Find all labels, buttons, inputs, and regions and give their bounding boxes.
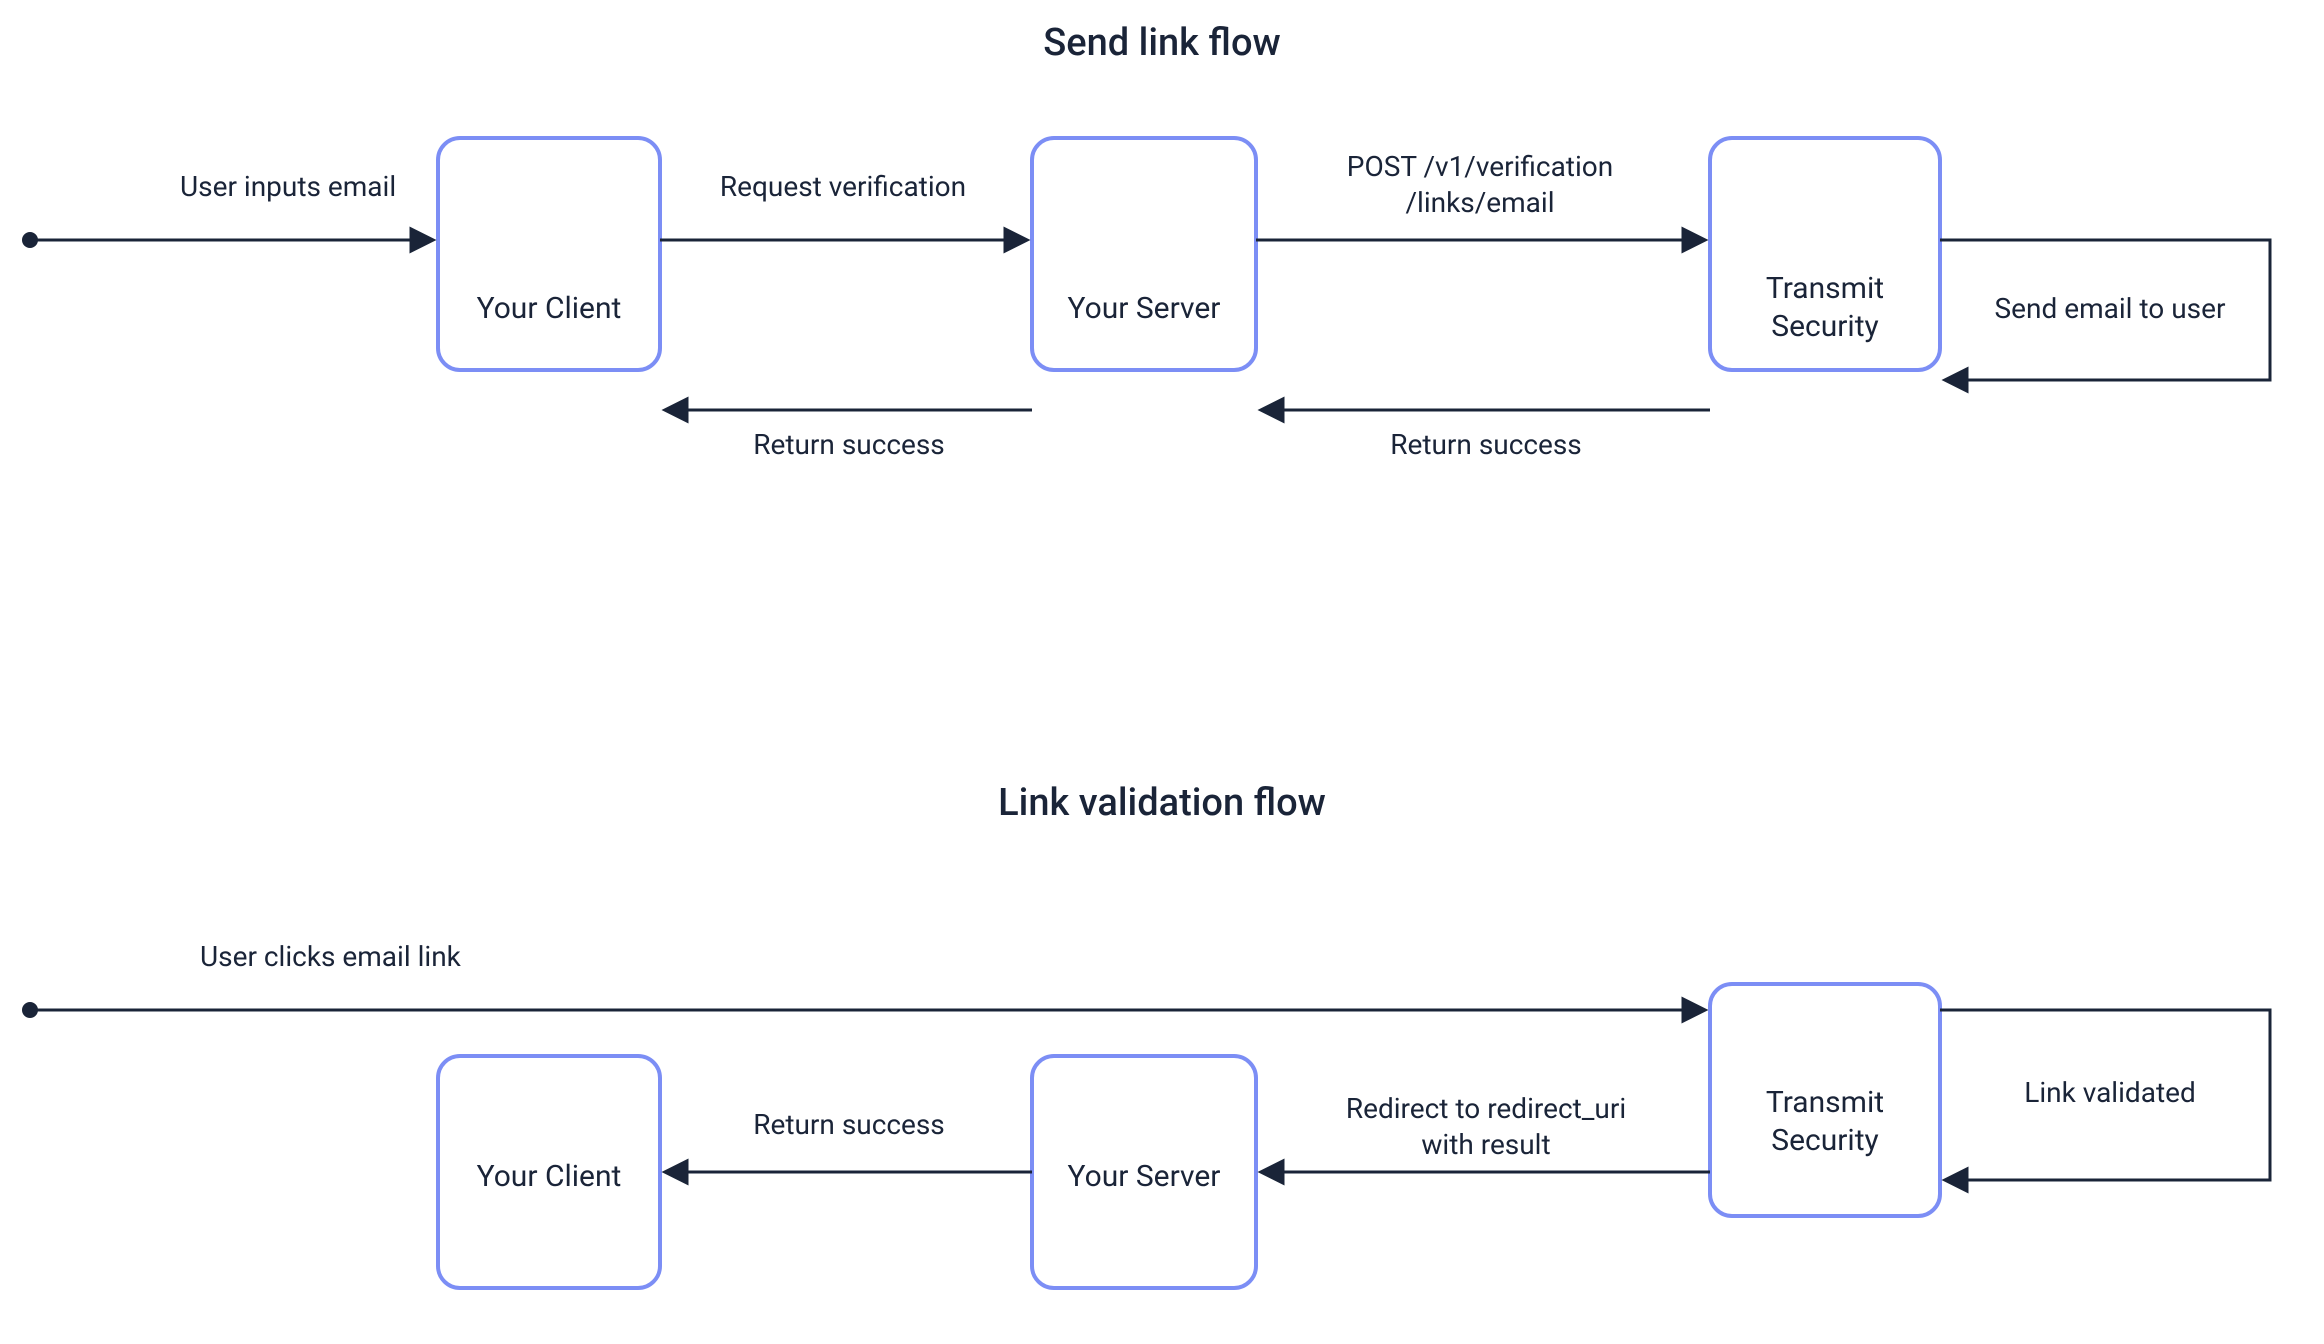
node-transmit-1-label-line2: Security [1771, 309, 1878, 344]
label-input-1: User inputs email [180, 170, 396, 203]
diagram-canvas: Send link flow Your Client Your Server T… [0, 0, 2324, 1344]
flow2-title: Link validation flow [998, 781, 1326, 825]
node-transmit-2-label-line1: Transmit [1766, 1085, 1884, 1120]
node-server-1 [1032, 138, 1256, 370]
label-return-2: Return success [753, 1108, 945, 1141]
label-post-1-line1: POST /v1/verification [1347, 150, 1613, 183]
node-server-2-label: Your Server [1068, 1159, 1221, 1194]
flow1-title: Send link flow [1043, 21, 1280, 65]
label-selfloop-2: Link validated [2024, 1076, 2196, 1109]
label-redirect-2-line2: with result [1421, 1128, 1550, 1161]
label-return-ts-sv-1: Return success [1390, 428, 1582, 461]
node-transmit-1-label-line1: Transmit [1766, 271, 1884, 306]
label-selfloop-1: Send email to user [1995, 292, 2226, 325]
label-redirect-2-line1: Redirect to redirect_uri [1346, 1092, 1626, 1125]
node-client-2-label: Your Client [477, 1159, 622, 1194]
label-request-1: Request verification [720, 170, 966, 203]
node-transmit-2-label-line2: Security [1771, 1123, 1878, 1158]
node-client-1-label: Your Client [477, 291, 622, 326]
label-click-2: User clicks email link [200, 940, 462, 973]
node-client-1 [438, 138, 660, 370]
label-return-sv-cl-1: Return success [753, 428, 945, 461]
node-server-1-label: Your Server [1068, 291, 1221, 326]
label-post-1-line2: /links/email [1405, 186, 1554, 219]
